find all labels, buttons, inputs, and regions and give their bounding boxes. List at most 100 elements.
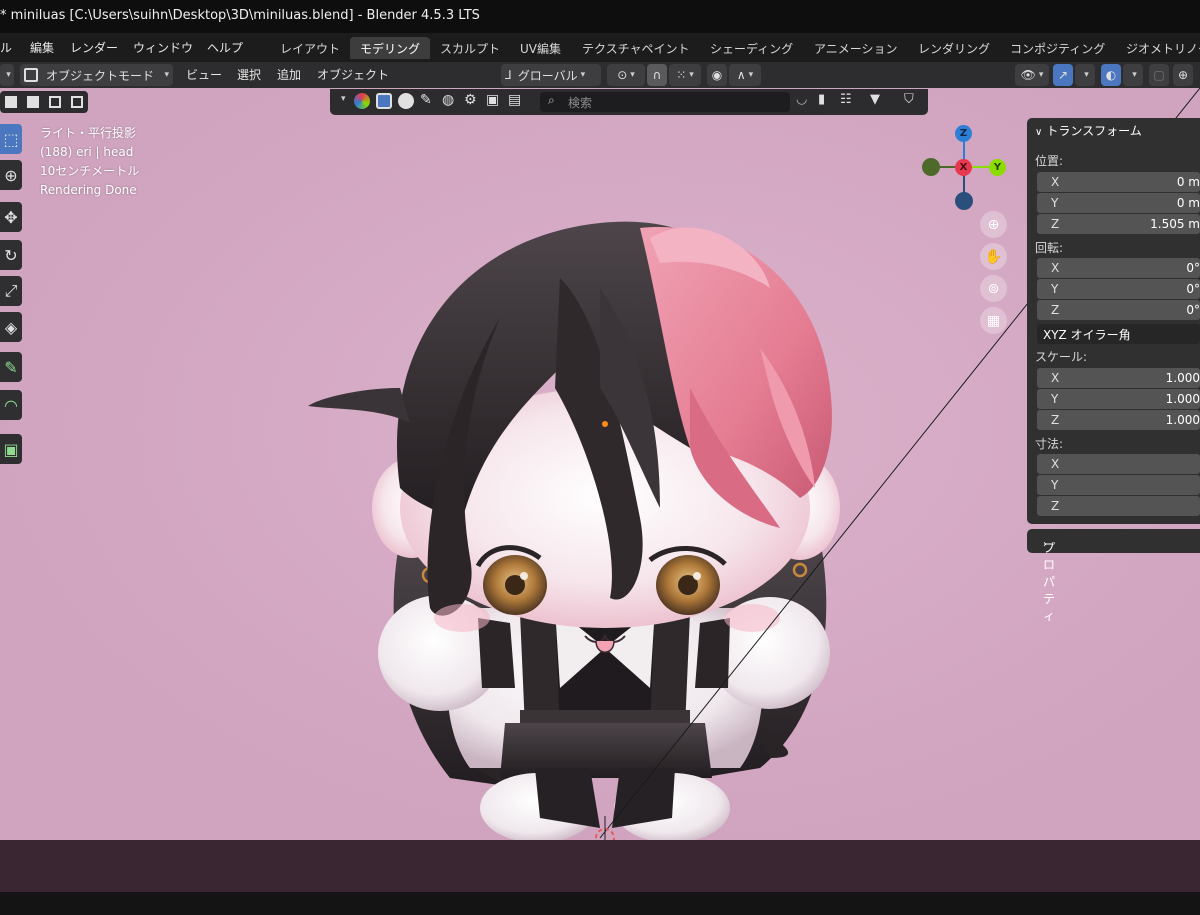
overlay-menu[interactable]: ▾ [1123,64,1143,86]
snap-toggle[interactable]: ∩ [647,64,667,86]
tab-shading[interactable]: シェーディング [700,37,803,59]
world-icon[interactable]: ◍ [442,92,458,108]
add-cube-tool[interactable]: ▣ [0,434,22,464]
menu-render[interactable]: レンダー [70,39,118,56]
gizmo-neg-z-axis[interactable] [955,192,973,210]
overlay-toggle[interactable]: ◐ [1101,64,1121,86]
hierarchy-icon[interactable]: ☷ [840,92,856,108]
pivot-icon: ⊙ [617,68,628,82]
rotation-label: 回転: [1035,241,1064,255]
location-x-field[interactable]: X 0 m [1037,172,1200,192]
xray-toggle[interactable]: ▢ [1149,64,1169,86]
gizmo-z-axis[interactable]: Z [955,125,972,142]
field-value: 0° [1186,261,1200,275]
zoom-button[interactable]: ⊕ [980,211,1007,238]
falloff-button[interactable]: ∧ ▾ [729,64,761,86]
annotate-tool[interactable]: ✎ [0,352,22,382]
tab-sculpt[interactable]: スカルプト [430,37,510,59]
select-invert-icon[interactable] [71,96,83,108]
measure-tool[interactable]: ◠ [0,390,22,420]
wireframe-shading-button[interactable]: ⊕ [1173,64,1193,86]
select-subtract-icon[interactable] [49,96,61,108]
gizmo-y-axis[interactable]: Y [989,159,1006,176]
field-value: 1.000 [1165,413,1200,427]
editor-type-chevron-icon[interactable]: ▾ [0,64,14,86]
mode-selector[interactable]: オブジェクトモード ▾ [20,64,173,86]
tab-animation[interactable]: アニメーション [804,37,908,59]
material-icon[interactable]: ✎ [420,92,436,108]
chevron-down-icon: ▾ [164,70,169,80]
transform-tool[interactable]: ◈ [0,312,22,342]
select-box-tool[interactable]: ⬚ [0,124,22,154]
dimensions-x-field[interactable]: X [1037,454,1200,474]
color-wheel-icon[interactable] [354,93,370,109]
mesh-filter-icon[interactable] [398,93,414,109]
scale-z-field[interactable]: Z 1.000 [1037,410,1200,430]
visibility-button[interactable]: 👁 ▾ [1015,64,1049,86]
menu-select[interactable]: 選択 [237,66,261,83]
object-filter-icon[interactable] [376,93,392,109]
search-input[interactable]: ⌕ 検索 [540,92,790,112]
rendered-character-figure[interactable] [0,88,1200,840]
gizmo-x-axis[interactable]: X [955,159,972,176]
location-z-field[interactable]: Z 1.505 m [1037,214,1200,234]
tab-texture-paint[interactable]: テクスチャペイント [572,37,700,59]
menu-help[interactable]: ヘルプ [207,39,243,56]
selection-mode-group [0,91,88,113]
chevron-down-icon[interactable]: ▾ [341,94,346,104]
rotate-tool[interactable]: ↻ [0,240,22,270]
scale-x-field[interactable]: X 1.000 [1037,368,1200,388]
tab-modeling[interactable]: モデリング [350,37,431,59]
menu-view[interactable]: ビュー [186,66,222,83]
rotate-icon: ↻ [4,245,18,265]
tab-rendering[interactable]: レンダリング [908,37,1000,59]
tab-uv-editing[interactable]: UV編集 [510,37,571,59]
axis-label: Y [1051,478,1059,492]
menu-object[interactable]: オブジェクト [317,66,389,83]
tab-geometry-nodes[interactable]: ジオメトリノー [1116,37,1200,59]
select-extend-icon[interactable] [27,96,39,108]
snap-target-button[interactable]: ⁙ ▾ [669,64,701,86]
move-tool[interactable]: ✥ [0,202,22,232]
gizmo-neg-y-axis[interactable] [922,158,940,176]
menu-file-partial[interactable]: ル [0,39,12,56]
sort-icon[interactable]: ◡ [796,92,812,108]
menu-add[interactable]: 追加 [277,66,301,83]
scale-y-field[interactable]: Y 1.000 [1037,389,1200,409]
gizmo-menu[interactable]: ▾ [1075,64,1095,86]
camera-view-button[interactable]: ⊚ [980,275,1007,302]
bookmark-icon[interactable]: ▮ [818,92,834,108]
axis-label: Z [1051,499,1060,513]
scale-tool[interactable]: ⤢ [0,276,22,306]
transform-orientation-selector[interactable]: ⅃ グローバル ▾ [501,64,601,86]
shield-icon[interactable]: ⛉ [904,92,920,108]
rotation-y-field[interactable]: Y 0° [1037,279,1200,299]
rotation-x-field[interactable]: X 0° [1037,258,1200,278]
cursor-tool[interactable]: ⊕ [0,160,22,190]
select-new-icon[interactable] [5,96,17,108]
rotation-mode-select[interactable]: XYZ オイラー角 [1037,324,1200,344]
location-y-field[interactable]: Y 0 m [1037,193,1200,213]
menu-window[interactable]: ウィンドウ [133,39,193,56]
3d-viewport[interactable]: ライト・平行投影 (188) eri | head 10センチメートル Rend… [0,88,1200,840]
menu-edit[interactable]: 編集 [30,39,54,56]
dimensions-y-field[interactable]: Y [1037,475,1200,495]
image-icon[interactable]: ▤ [508,92,524,108]
gizmo-toggle[interactable]: ↗ [1053,64,1073,86]
gizmo-arrow-icon: ↗ [1057,68,1069,82]
tab-layout[interactable]: レイアウト [270,37,350,59]
search-placeholder: 検索 [568,96,593,110]
rotation-z-field[interactable]: Z 0° [1037,300,1200,320]
properties-panel-header[interactable]: › プロパティ [1027,529,1200,623]
pivot-point-button[interactable]: ⊙ ▾ [607,64,645,86]
filter-icon[interactable]: ▼ [870,92,886,108]
camera-icon[interactable]: ▣ [486,92,502,108]
ortho-toggle-button[interactable]: ▦ [980,307,1007,334]
transform-panel-header[interactable]: ∨ トランスフォーム [1035,122,1142,139]
tab-compositing[interactable]: コンポジティング [1000,37,1115,59]
pan-button[interactable]: ✋ [980,243,1007,270]
proportional-edit-toggle[interactable]: ◉ [707,64,727,86]
dimensions-z-field[interactable]: Z [1037,496,1200,516]
light-icon[interactable]: ⚙ [464,92,480,108]
mode-label: オブジェクトモード [46,68,155,83]
